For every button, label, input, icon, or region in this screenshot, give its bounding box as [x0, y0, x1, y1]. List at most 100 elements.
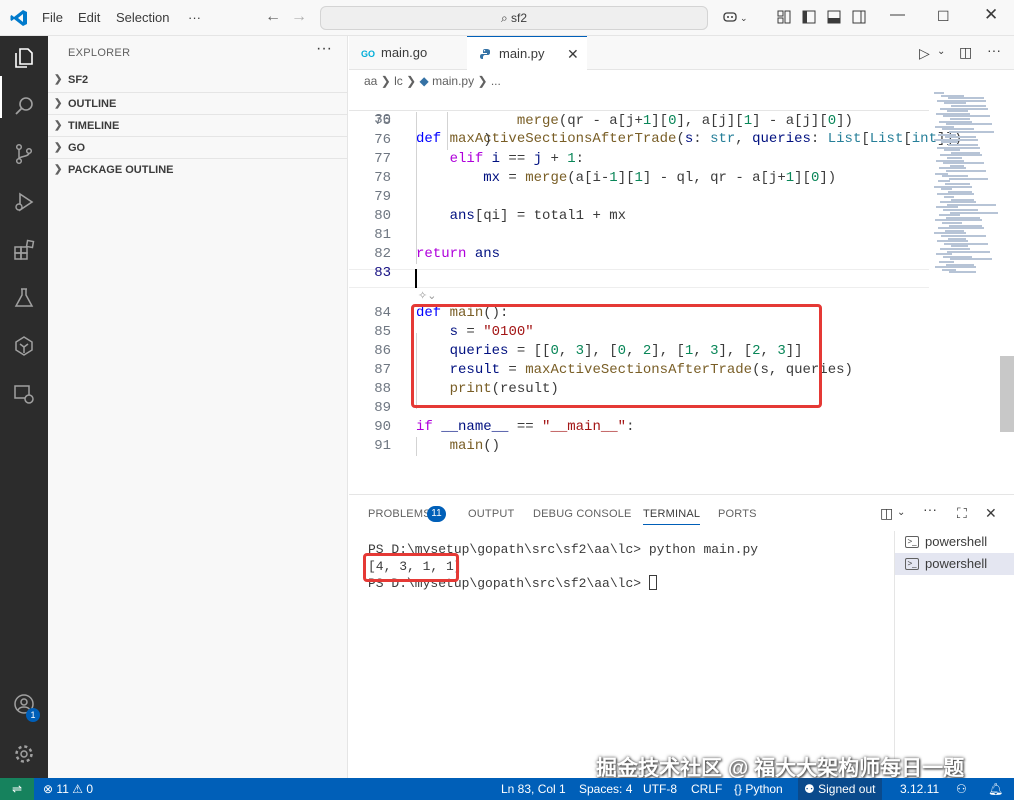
split-editor-icon[interactable]: ◫ — [959, 44, 972, 61]
breadcrumb-aa[interactable]: aa — [364, 74, 377, 88]
maximize-icon[interactable]: ☐ — [937, 8, 950, 25]
notifications-bell-icon[interactable]: 🔔︎ — [988, 778, 1003, 800]
extensions-icon[interactable] — [12, 238, 36, 262]
python-version[interactable]: 3.12.11 — [900, 778, 939, 800]
svg-text:GO: GO — [361, 49, 375, 59]
terminal-item-powershell[interactable]: >_ powershell — [895, 531, 1014, 553]
code-line[interactable]: 78 mx = merge(a[i-1][1] - ql, qr - a[j+1… — [349, 169, 929, 188]
editor-more-icon[interactable]: ··· — [987, 42, 1001, 58]
minimize-icon[interactable]: — — [890, 6, 905, 23]
remote-explorer-icon[interactable] — [12, 382, 36, 406]
go-tools-icon[interactable] — [12, 334, 36, 358]
code-text: elif i == j + 1: — [449, 151, 585, 167]
code-line[interactable]: 75 merge(qr - a[j+1][0], a[j][1] - a[j][… — [349, 112, 929, 131]
source-control-icon[interactable] — [12, 142, 36, 166]
code-text: ) — [416, 132, 492, 148]
error-icon: ⊗ — [43, 782, 54, 796]
code-text: if __name__ == "__main__": — [416, 419, 635, 435]
section-timeline[interactable]: ❯ TIMELINE — [48, 114, 348, 136]
section-package-outline[interactable]: ❯ PACKAGE OUTLINE — [48, 158, 348, 180]
close-panel-icon[interactable]: ✕ — [985, 505, 997, 522]
copilot-dropdown-icon[interactable]: ⌄ — [740, 13, 748, 24]
indentation[interactable]: Spaces: 4 — [579, 778, 632, 800]
menu-file[interactable]: File — [42, 10, 63, 25]
breadcrumb-more[interactable]: ... — [491, 74, 501, 88]
code-line[interactable]: 90 if __name__ == "__main__": — [349, 418, 929, 437]
terminal-name: powershell — [925, 534, 988, 549]
code-line[interactable]: 80 ans[qi] = total1 + mx — [349, 207, 929, 226]
breadcrumb-lc[interactable]: lc — [394, 74, 403, 88]
account-status[interactable]: ⚉ Signed out — [798, 778, 882, 800]
code-line[interactable]: 81 — [349, 226, 929, 245]
line-number: 80 — [374, 208, 391, 224]
testing-flask-icon[interactable] — [12, 286, 36, 310]
line-ending[interactable]: CRLF — [691, 778, 722, 800]
close-window-icon[interactable]: ✕ — [984, 5, 998, 25]
run-debug-icon[interactable] — [12, 190, 36, 214]
search-activity-icon[interactable] — [12, 94, 36, 118]
section-outline[interactable]: ❯ OUTLINE — [48, 92, 348, 114]
tab-ports[interactable]: PORTS — [718, 508, 757, 520]
run-python-icon[interactable]: ▷ — [919, 45, 930, 62]
tab-debug-console[interactable]: DEBUG CONSOLE — [533, 508, 632, 520]
problems-status[interactable]: ⊗ 11 ⚠ 0 — [43, 778, 93, 800]
indent-guide — [416, 437, 417, 456]
toggle-secondary-sidebar-icon[interactable] — [851, 9, 867, 25]
code-line[interactable]: 76 ) — [349, 131, 929, 150]
tab-terminal[interactable]: TERMINAL — [643, 508, 701, 525]
toggle-panel-icon[interactable] — [826, 9, 842, 25]
code-line[interactable]: 91 main() — [349, 437, 929, 456]
copilot-icon[interactable] — [722, 9, 738, 25]
menu-selection[interactable]: Selection — [116, 10, 169, 25]
menu-more[interactable]: ··· — [188, 10, 201, 25]
customize-layout-icon[interactable] — [776, 9, 792, 25]
section-go[interactable]: ❯ GO — [48, 136, 348, 158]
code-line[interactable]: 77 elif i == j + 1: — [349, 150, 929, 169]
vscode-logo-icon — [10, 10, 27, 26]
active-indicator — [0, 76, 2, 118]
code-line[interactable]: 79 — [349, 188, 929, 207]
sticky-scroll-line[interactable]: 30 def maxActiveSectionsAfterTrade(s: st… — [349, 92, 962, 147]
split-terminal-icon[interactable]: ◫ — [880, 505, 893, 522]
editor-scrollbar[interactable] — [1000, 356, 1014, 432]
explorer-sidebar: EXPLORER ··· ❯ SF2 ❯ OUTLINE ❯ TIMELINE ❯ GO… — [48, 36, 348, 778]
line-number: 84 — [374, 305, 391, 321]
encoding[interactable]: UTF-8 — [643, 778, 677, 800]
tab-problems[interactable]: PROBLEMS — [368, 508, 431, 520]
code-line[interactable]: 82 return ans — [349, 245, 929, 264]
cursor-position[interactable]: Ln 83, Col 1 — [501, 778, 566, 800]
indent-guide — [416, 112, 417, 264]
section-sf2[interactable]: ❯ SF2 — [48, 69, 348, 91]
back-arrow-icon[interactable]: ← — [265, 8, 281, 26]
code-text: merge(qr - a[j+1][0], a[j][1] - a[j][0]) — [516, 113, 853, 129]
terminal-dropdown-icon[interactable]: ⌄ — [897, 507, 905, 518]
language-mode[interactable]: {} Python — [734, 778, 783, 800]
highlight-box-main — [411, 304, 822, 408]
terminal-item-powershell[interactable]: >_ powershell — [895, 553, 1014, 575]
tab-main-go[interactable]: GO main.go — [349, 36, 467, 70]
minimap[interactable] — [930, 92, 1000, 282]
toggle-sidebar-icon[interactable] — [801, 9, 817, 25]
tab-output[interactable]: OUTPUT — [468, 508, 514, 520]
code-line[interactable]: 83 — [349, 264, 929, 283]
run-dropdown-icon[interactable]: ⌄ — [937, 46, 945, 57]
copilot-status-icon[interactable]: ⚇ — [956, 778, 967, 800]
close-tab-icon[interactable]: ✕ — [567, 37, 579, 71]
title-bar: File Edit Selection ··· ← → ⌕ sf2 ⌄ — ☐ … — [0, 0, 1014, 36]
menu-edit[interactable]: Edit — [78, 10, 100, 25]
forward-arrow-icon[interactable]: → — [291, 8, 307, 26]
line-number: 83 — [374, 265, 391, 281]
command-center-search[interactable]: ⌕ sf2 — [320, 6, 708, 30]
panel-more-icon[interactable]: ··· — [923, 501, 937, 517]
breadcrumb-file[interactable]: main.py — [432, 74, 474, 88]
search-icon: ⌕ — [500, 11, 508, 25]
code-action-lightbulb-icon[interactable]: ✧⌄ — [418, 289, 436, 302]
maximize-panel-icon[interactable]: ⛶ — [957, 505, 967, 522]
chevron-right-icon: ❯ — [54, 120, 63, 131]
explorer-icon[interactable] — [12, 46, 36, 70]
settings-gear-icon[interactable] — [12, 742, 36, 766]
section-label: PACKAGE OUTLINE — [68, 164, 174, 176]
tab-main-py[interactable]: main.py ✕ — [467, 36, 587, 70]
remote-indicator-icon[interactable]: ⇌ — [0, 778, 34, 800]
sidebar-more-icon[interactable]: ··· — [316, 40, 332, 58]
